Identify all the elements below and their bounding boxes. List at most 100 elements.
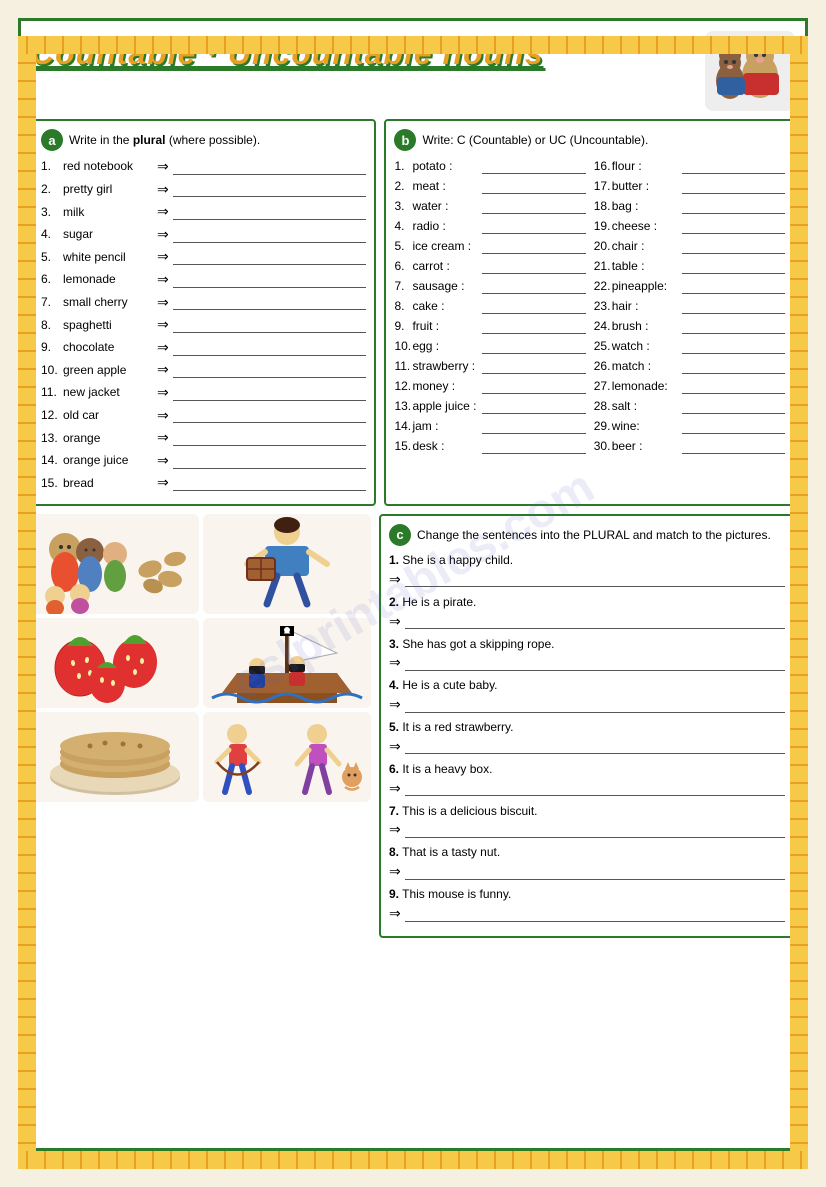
item-text: white pencil	[63, 249, 153, 266]
answer-line[interactable]	[482, 438, 585, 454]
arrow-icon: ⇒	[389, 571, 401, 588]
answer-line[interactable]	[682, 298, 785, 314]
sentence-text: 7. This is a delicious biscuit.	[389, 803, 785, 820]
section-b-header: b Write: C (Countable) or UC (Uncountabl…	[394, 129, 785, 151]
answer-line[interactable]	[682, 438, 785, 454]
answer-line[interactable]	[682, 218, 785, 234]
answer-line[interactable]	[682, 158, 785, 174]
section-a-header: a Write in the plural (where possible).	[41, 129, 366, 151]
section-c-sentences: 1. She is a happy child. ⇒ 2. He is a pi…	[389, 552, 785, 922]
answer-line[interactable]	[173, 181, 367, 197]
item-text: pretty girl	[63, 181, 153, 198]
item-text: salt :	[612, 397, 682, 415]
item-number: 12.	[41, 407, 63, 424]
section-b-label: b	[394, 129, 416, 151]
item-text: chair :	[612, 237, 682, 255]
item-text: bread	[63, 475, 153, 492]
item-number: 20.	[594, 237, 612, 255]
section-a-item: 14. orange juice ⇒	[41, 451, 366, 471]
answer-line[interactable]	[482, 258, 585, 274]
answer-line[interactable]	[405, 906, 785, 922]
answer-line[interactable]	[405, 822, 785, 838]
arrow-icon: ⇒	[157, 338, 169, 358]
section-a-item: 13. orange ⇒	[41, 428, 366, 448]
answer-line[interactable]	[682, 318, 785, 334]
answer-line[interactable]	[405, 571, 785, 587]
answer-line[interactable]	[682, 258, 785, 274]
answer-line[interactable]	[173, 362, 367, 378]
arrow-icon: ⇒	[389, 821, 401, 838]
sentence-text: 2. He is a pirate.	[389, 594, 785, 611]
item-number: 18.	[594, 197, 612, 215]
answer-line[interactable]	[482, 298, 585, 314]
title-image	[705, 31, 795, 111]
arrow-icon: ⇒	[157, 406, 169, 426]
section-c-sentence: 7. This is a delicious biscuit. ⇒	[389, 803, 785, 839]
answer-line[interactable]	[482, 318, 585, 334]
answer-line[interactable]	[482, 378, 585, 394]
answer-line[interactable]	[405, 613, 785, 629]
answer-line[interactable]	[173, 249, 367, 265]
arrow-icon: ⇒	[389, 654, 401, 671]
section-b-item: 8. cake :	[394, 297, 585, 315]
answer-line[interactable]	[682, 358, 785, 374]
answer-line[interactable]	[405, 738, 785, 754]
section-c-sentence: 6. It is a heavy box. ⇒	[389, 761, 785, 797]
answer-line[interactable]	[173, 272, 367, 288]
answer-line[interactable]	[482, 158, 585, 174]
item-text: cake :	[412, 297, 482, 315]
answer-line[interactable]	[682, 238, 785, 254]
answer-line[interactable]	[173, 430, 367, 446]
answer-line[interactable]	[173, 317, 367, 333]
answer-line[interactable]	[682, 418, 785, 434]
section-b-item: 12. money :	[394, 377, 585, 395]
answer-line[interactable]	[405, 864, 785, 880]
answer-line[interactable]	[173, 475, 367, 491]
answer-line[interactable]	[405, 655, 785, 671]
answer-line[interactable]	[173, 294, 367, 310]
answer-line[interactable]	[682, 338, 785, 354]
main-title: Countable · Uncountable nouns	[31, 31, 544, 76]
answer-line[interactable]	[405, 780, 785, 796]
sentence-text: 6. It is a heavy box.	[389, 761, 785, 778]
answer-line[interactable]	[682, 178, 785, 194]
answer-line[interactable]	[173, 340, 367, 356]
section-b-instruction: Write: C (Countable) or UC (Uncountable)…	[422, 133, 648, 147]
answer-line[interactable]	[482, 218, 585, 234]
section-c-sentence: 2. He is a pirate. ⇒	[389, 594, 785, 630]
answer-line[interactable]	[482, 338, 585, 354]
item-number: 21.	[594, 257, 612, 275]
answer-line[interactable]	[173, 204, 367, 220]
answer-line[interactable]	[482, 278, 585, 294]
answer-line[interactable]	[405, 697, 785, 713]
item-text: brush :	[612, 317, 682, 335]
answer-line[interactable]	[682, 398, 785, 414]
answer-line[interactable]	[682, 198, 785, 214]
item-number: 3.	[394, 197, 412, 215]
answer-line[interactable]	[482, 418, 585, 434]
item-text: desk :	[412, 437, 482, 455]
children-playing-img	[203, 712, 371, 802]
item-number: 28.	[594, 397, 612, 415]
item-number: 15.	[394, 437, 412, 455]
answer-line[interactable]	[482, 358, 585, 374]
answer-line[interactable]	[173, 407, 367, 423]
answer-line[interactable]	[173, 159, 367, 175]
section-a-item: 12. old car ⇒	[41, 406, 366, 426]
answer-line[interactable]	[173, 385, 367, 401]
answer-line[interactable]	[682, 278, 785, 294]
item-number: 10.	[394, 337, 412, 355]
item-text: apple juice :	[412, 397, 482, 415]
answer-line[interactable]	[173, 453, 367, 469]
item-number: 14.	[41, 452, 63, 469]
item-text: fruit :	[412, 317, 482, 335]
answer-line[interactable]	[482, 198, 585, 214]
arrow-icon: ⇒	[157, 180, 169, 200]
answer-line[interactable]	[482, 398, 585, 414]
answer-line[interactable]	[682, 378, 785, 394]
item-number: 19.	[594, 217, 612, 235]
answer-line[interactable]	[482, 178, 585, 194]
answer-line[interactable]	[482, 238, 585, 254]
answer-line[interactable]	[173, 227, 367, 243]
item-number: 8.	[41, 317, 63, 334]
